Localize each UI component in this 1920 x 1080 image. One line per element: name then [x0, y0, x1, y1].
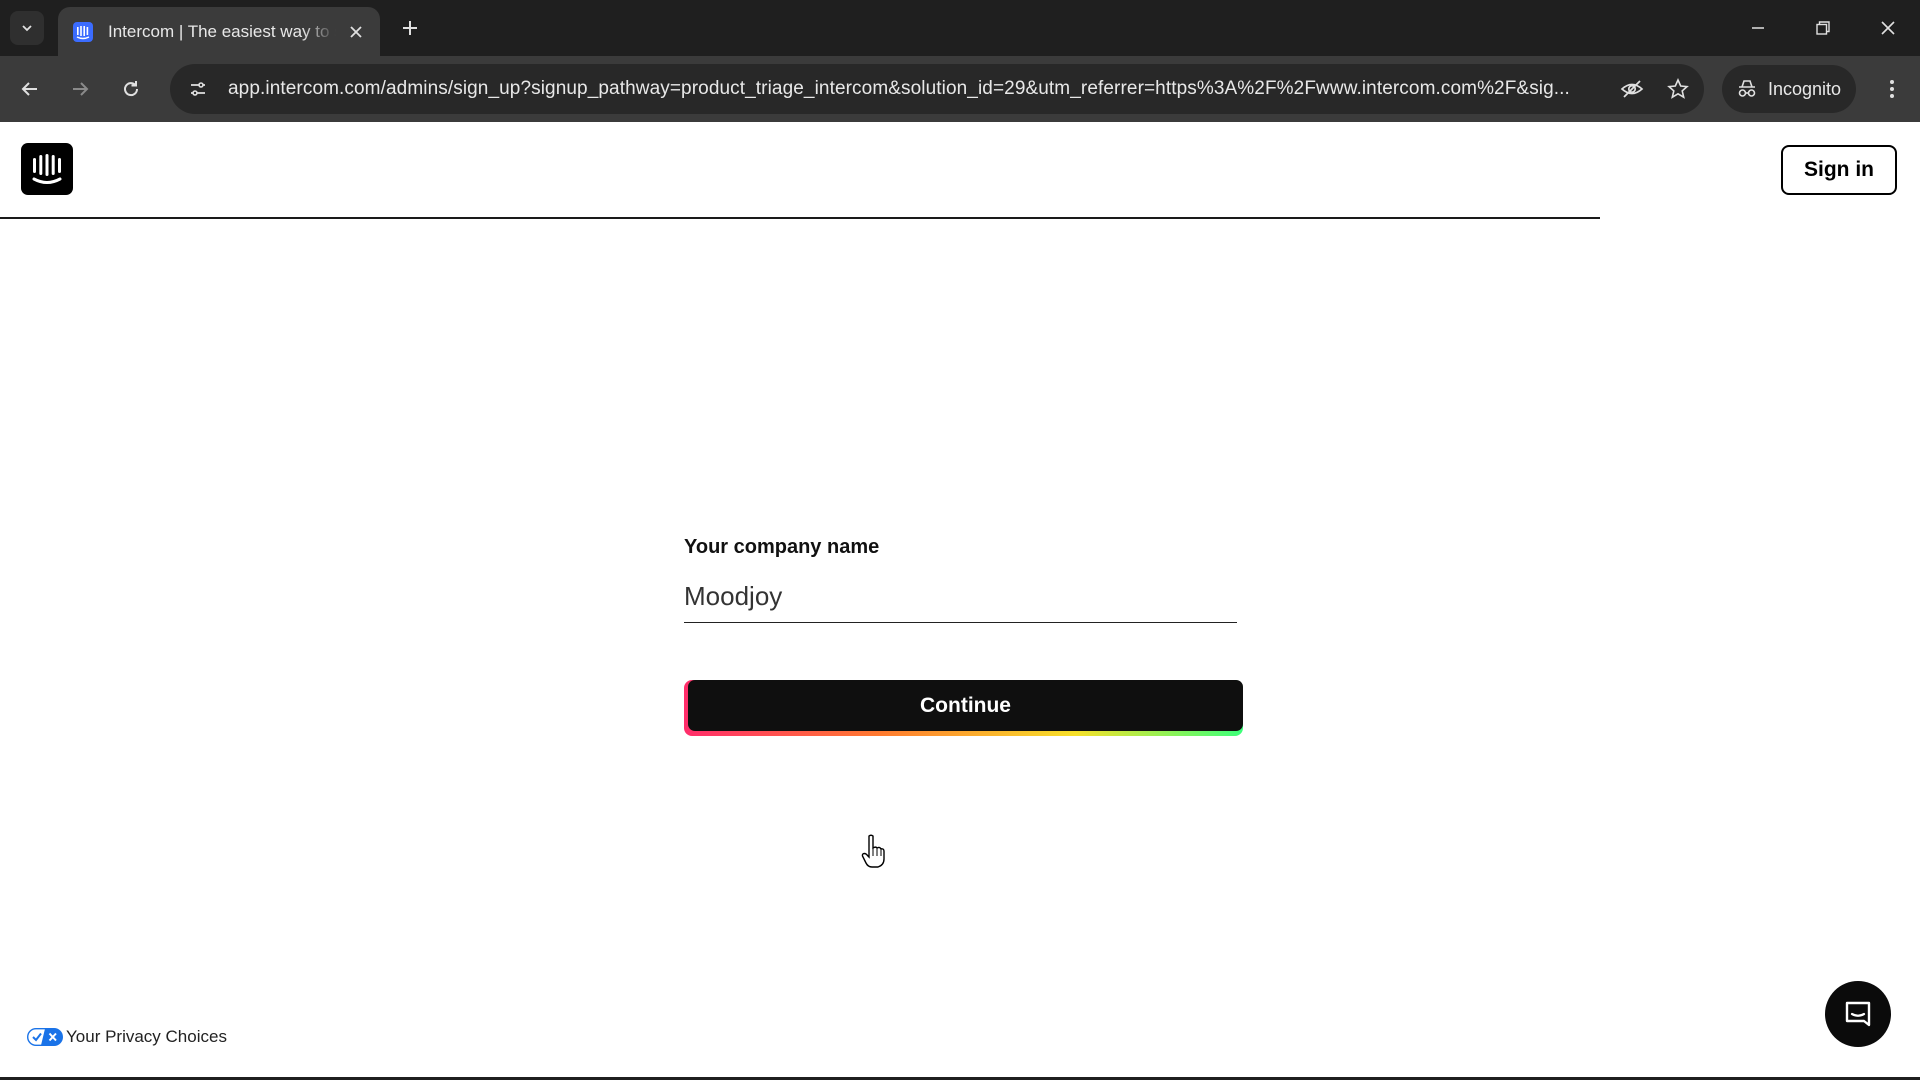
messenger-launcher-button[interactable] [1825, 981, 1891, 1047]
incognito-indicator[interactable]: Incognito [1722, 65, 1856, 113]
forward-button[interactable] [62, 71, 98, 107]
more-vertical-icon [1890, 80, 1894, 98]
close-window-button[interactable] [1866, 8, 1910, 48]
close-tab-icon[interactable] [344, 20, 368, 44]
chevron-down-icon [22, 25, 32, 32]
restore-button[interactable] [1801, 8, 1845, 48]
back-button[interactable] [12, 71, 48, 107]
privacy-choices-label[interactable]: Your Privacy Choices [66, 1027, 227, 1047]
company-name-label: Your company name [684, 536, 880, 558]
intercom-favicon-icon [72, 21, 94, 43]
active-tab[interactable]: Intercom | The easiest way to s [58, 7, 380, 56]
star-icon[interactable] [1658, 69, 1698, 109]
arrow-left-icon [21, 82, 37, 96]
browser-menu-button[interactable] [1874, 71, 1910, 107]
arrow-right-icon [73, 82, 89, 96]
restore-icon [1816, 21, 1830, 35]
tab-title: Intercom | The easiest way to s [108, 21, 336, 41]
page-content: Sign in Your company name Continue Your … [0, 122, 1920, 1080]
reload-icon [124, 81, 139, 97]
company-name-form: Your company name Continue [684, 536, 1244, 736]
browser-tab-bar: Intercom | The easiest way to s [0, 0, 1920, 56]
incognito-icon [1738, 80, 1756, 97]
sign-in-button[interactable]: Sign in [1781, 145, 1897, 195]
hand-cursor-icon [861, 834, 885, 868]
url-text[interactable]: app.intercom.com/admins/sign_up?signup_p… [228, 78, 1612, 100]
minimize-button[interactable] [1736, 8, 1780, 48]
eye-off-icon[interactable] [1612, 69, 1652, 109]
browser-toolbar: app.intercom.com/admins/sign_up?signup_p… [0, 56, 1920, 122]
reload-button[interactable] [113, 71, 149, 107]
header-divider [0, 217, 1600, 219]
continue-button-frame: Continue [684, 680, 1243, 736]
intercom-logo-icon[interactable] [21, 143, 73, 195]
new-tab-button[interactable] [396, 14, 424, 42]
close-icon [1881, 21, 1895, 35]
privacy-choices-link[interactable]: Your Privacy Choices [27, 1027, 227, 1047]
privacy-toggle-icon [27, 1028, 63, 1046]
tab-search-button[interactable] [10, 11, 44, 45]
continue-button[interactable]: Continue [688, 680, 1243, 731]
chat-icon [1845, 1001, 1871, 1027]
minimize-icon [1752, 27, 1764, 29]
company-name-input[interactable] [684, 571, 1237, 623]
site-settings-icon[interactable] [178, 69, 218, 109]
address-bar[interactable]: app.intercom.com/admins/sign_up?signup_p… [170, 64, 1704, 114]
incognito-label: Incognito [1768, 78, 1842, 99]
plus-icon [403, 21, 417, 35]
